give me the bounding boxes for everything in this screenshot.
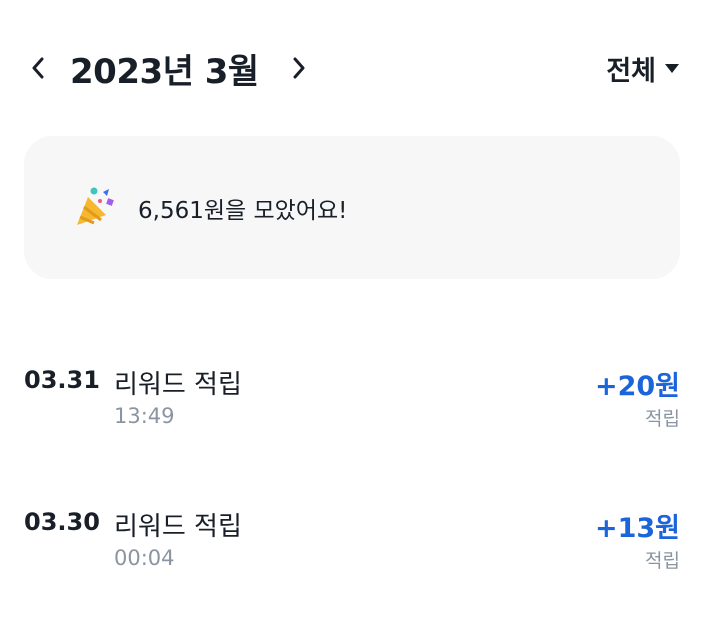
prev-month-button[interactable] — [24, 48, 52, 88]
summary-card: 6,561원을 모았어요! — [24, 136, 680, 279]
summary-text: 6,561원을 모았어요! — [138, 197, 348, 224]
party-popper-icon — [77, 187, 114, 225]
caret-down-icon — [665, 64, 679, 73]
header: 2023년 3월 전체 — [24, 40, 680, 96]
transaction-row[interactable]: 03.31 리워드 적립 13:49 +20원 적립 — [24, 358, 680, 500]
transaction-time: 00:04 — [114, 546, 175, 570]
transaction-amount: +13원 — [594, 513, 680, 544]
transaction-amount: +20원 — [594, 371, 680, 402]
transaction-title: 리워드 적립 — [114, 512, 242, 542]
chevron-right-icon — [293, 57, 305, 79]
transaction-date: 03.31 — [24, 366, 100, 394]
chevron-left-icon — [32, 57, 44, 79]
filter-dropdown[interactable]: 전체 — [606, 49, 680, 88]
transaction-title: 리워드 적립 — [114, 370, 242, 400]
transaction-row[interactable]: 03.30 리워드 적립 00:04 +13원 적립 — [24, 500, 680, 642]
filter-label: 전체 — [606, 55, 656, 87]
month-title: 2023년 3월 — [70, 51, 259, 92]
month-navigator: 2023년 3월 — [24, 44, 313, 93]
transaction-type: 적립 — [645, 408, 680, 430]
next-month-button[interactable] — [285, 48, 313, 88]
transaction-type: 적립 — [645, 550, 680, 572]
transaction-time: 13:49 — [114, 404, 175, 428]
transaction-date: 03.30 — [24, 508, 100, 536]
transaction-list: 03.31 리워드 적립 13:49 +20원 적립 03.30 리워드 적립 … — [24, 358, 680, 642]
